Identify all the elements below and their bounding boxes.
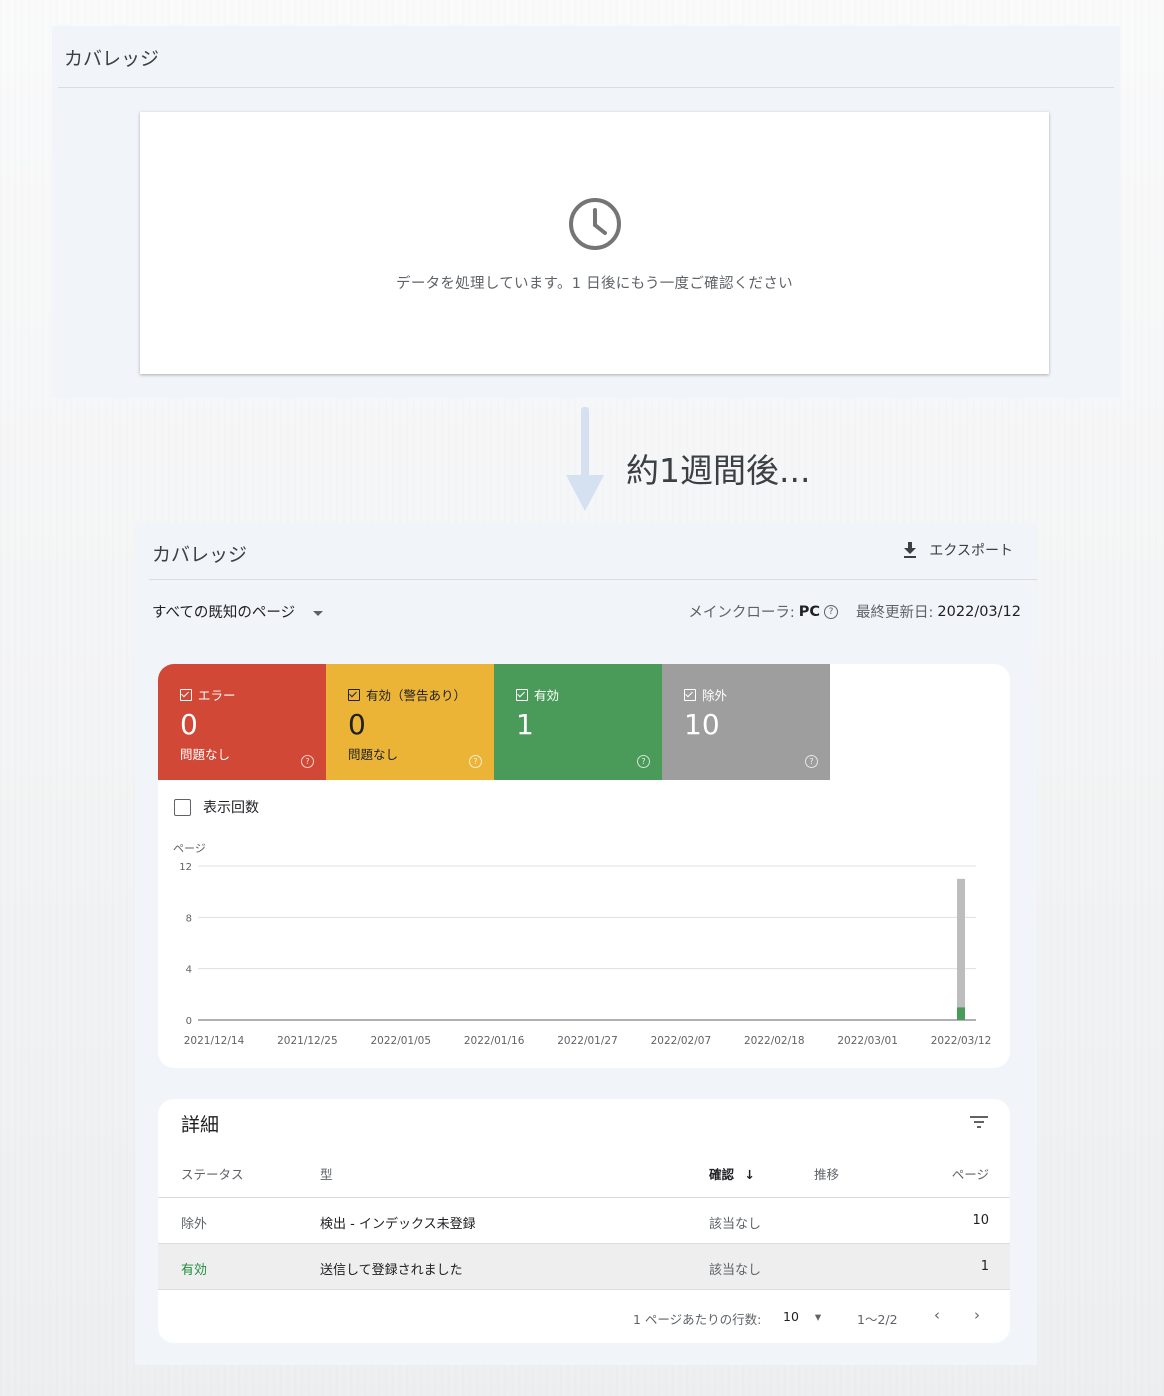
- tile-excluded[interactable]: 除外 10 ?: [662, 664, 830, 780]
- tile-count: 0: [180, 708, 198, 741]
- y-tick-label: 8: [186, 913, 192, 924]
- column-status[interactable]: ステータス: [181, 1164, 244, 1183]
- page-filter-value: すべての既知のページ: [152, 605, 296, 621]
- y-tick-label: 0: [186, 1016, 192, 1027]
- checkbox-checked-icon: [180, 688, 192, 701]
- tile-sub: 問題なし: [348, 747, 399, 762]
- status-tiles: エラー 0 問題なし ? 有効（警告あり） 0 問題なし ? 有効 1 ? 除外…: [158, 664, 830, 780]
- sort-down-arrow-icon: ↓: [744, 1167, 755, 1182]
- column-check-label: 確認: [709, 1167, 735, 1182]
- coverage-panel: カバレッジ エクスポート すべての既知のページ メインクローラ: PC ? 最終…: [135, 523, 1037, 1365]
- help-icon[interactable]: ?: [301, 755, 314, 768]
- tile-label: 有効（警告あり）: [366, 688, 467, 703]
- chart-bar: [957, 878, 965, 1008]
- row-check: 該当なし: [709, 1263, 762, 1278]
- column-trend[interactable]: 推移: [814, 1164, 839, 1183]
- caret-down-icon: [313, 610, 324, 616]
- x-tick-label: 2021/12/14: [184, 1035, 245, 1047]
- y-tick-label: 4: [186, 965, 192, 976]
- updated-label: 最終更新日:: [856, 605, 934, 621]
- row-status: 除外: [181, 1217, 208, 1232]
- help-icon[interactable]: ?: [637, 755, 650, 768]
- row-type: 送信して登録されました: [320, 1263, 463, 1278]
- rows-per-page-select[interactable]: 10 ▾: [783, 1309, 821, 1324]
- x-tick-label: 2022/02/18: [744, 1035, 805, 1047]
- tile-error[interactable]: エラー 0 問題なし ?: [158, 664, 326, 780]
- checkbox-checked-icon: [348, 688, 360, 701]
- panel-title: カバレッジ: [152, 544, 248, 566]
- column-check[interactable]: 確認 ↓: [709, 1164, 755, 1183]
- download-icon: [904, 542, 917, 558]
- impressions-label: 表示回数: [203, 800, 259, 816]
- help-icon[interactable]: ?: [824, 604, 839, 619]
- chart-card: エラー 0 問題なし ? 有効（警告あり） 0 問題なし ? 有効 1 ? 除外…: [158, 664, 1010, 1068]
- row-check: 該当なし: [709, 1217, 762, 1232]
- crawler-value: PC: [798, 603, 821, 620]
- x-tick-label: 2022/01/05: [370, 1035, 431, 1047]
- down-arrow-icon: [566, 407, 604, 511]
- details-title: 詳細: [181, 1114, 220, 1136]
- tile-sub: 問題なし: [180, 747, 231, 762]
- row-pages: 10: [972, 1213, 989, 1228]
- next-page-icon[interactable]: ›: [974, 1306, 980, 1324]
- divider: [58, 87, 1114, 88]
- x-tick-label: 2022/01/16: [464, 1035, 525, 1047]
- page-filter-dropdown[interactable]: すべての既知のページ: [152, 601, 324, 622]
- x-tick-label: 2022/03/12: [931, 1035, 992, 1047]
- processing-message: データを処理しています。1 日後にもう一度ご確認ください: [396, 276, 793, 292]
- tile-label: エラー: [198, 688, 236, 703]
- processing-card: データを処理しています。1 日後にもう一度ご確認ください: [140, 112, 1049, 374]
- tile-valid[interactable]: 有効 1 ?: [494, 664, 662, 780]
- row-pages: 1: [980, 1259, 989, 1274]
- table-row[interactable]: 有効 送信して登録されました 該当なし 1: [158, 1244, 1010, 1290]
- divider: [149, 579, 1037, 580]
- coverage-panel-processing: カバレッジ データを処理しています。1 日後にもう一度ご確認ください: [52, 26, 1120, 398]
- rows-per-page-label: 1 ページあたりの行数:: [633, 1312, 762, 1327]
- clock-icon: [569, 198, 621, 250]
- tile-label: 有効: [534, 688, 560, 703]
- table-row[interactable]: 除外 検出 - インデックス未登録 該当なし 10: [158, 1198, 1010, 1244]
- rows-per-page-value: 10: [783, 1309, 799, 1324]
- x-tick-label: 2021/12/25: [277, 1035, 338, 1047]
- tile-count: 1: [516, 708, 534, 741]
- updated-value: 2022/03/12: [937, 603, 1021, 620]
- x-tick-label: 2022/01/27: [557, 1035, 618, 1047]
- column-pages[interactable]: ページ: [952, 1164, 989, 1183]
- panel-title: カバレッジ: [64, 48, 160, 70]
- tile-label: 除外: [702, 688, 728, 703]
- export-label: エクスポート: [929, 543, 1013, 559]
- details-card: 詳細 ステータス 型 確認 ↓ 推移 ページ 除外 検出 - インデックス未登録…: [158, 1099, 1010, 1343]
- filter-icon[interactable]: [970, 1115, 988, 1129]
- help-icon[interactable]: ?: [805, 755, 818, 768]
- x-tick-label: 2022/03/01: [837, 1035, 898, 1047]
- column-type[interactable]: 型: [320, 1164, 333, 1183]
- checkbox-icon[interactable]: [174, 798, 191, 816]
- tile-count: 0: [348, 708, 366, 741]
- page-range: 1〜2/2: [857, 1312, 898, 1327]
- y-tick-label: 12: [179, 862, 192, 873]
- coverage-chart: 0 4 8 12 2021/12/14 2021/12/25 2022/01/05 2022/…: [179, 862, 992, 1047]
- table-header: ステータス 型 確認 ↓ 推移 ページ: [158, 1159, 1010, 1198]
- row-status: 有効: [181, 1263, 208, 1278]
- tile-count: 10: [684, 708, 720, 741]
- help-icon[interactable]: ?: [469, 755, 482, 768]
- checkbox-checked-icon: [516, 688, 528, 701]
- row-type: 検出 - インデックス未登録: [320, 1217, 476, 1232]
- caption-text: 約1週間後...: [626, 451, 811, 490]
- checkbox-checked-icon: [684, 688, 696, 701]
- chart-bar: [957, 1007, 965, 1020]
- crawler-label: メインクローラ:: [688, 605, 795, 621]
- crawl-meta: メインクローラ: PC ? 最終更新日: 2022/03/12: [688, 601, 1021, 622]
- tile-valid-warning[interactable]: 有効（警告あり） 0 問題なし ?: [326, 664, 494, 780]
- caret-down-icon: ▾: [814, 1309, 822, 1324]
- prev-page-icon[interactable]: ‹: [934, 1306, 940, 1324]
- impressions-toggle[interactable]: 表示回数: [174, 797, 259, 817]
- x-tick-label: 2022/02/07: [651, 1035, 712, 1047]
- export-button[interactable]: エクスポート: [903, 540, 1013, 560]
